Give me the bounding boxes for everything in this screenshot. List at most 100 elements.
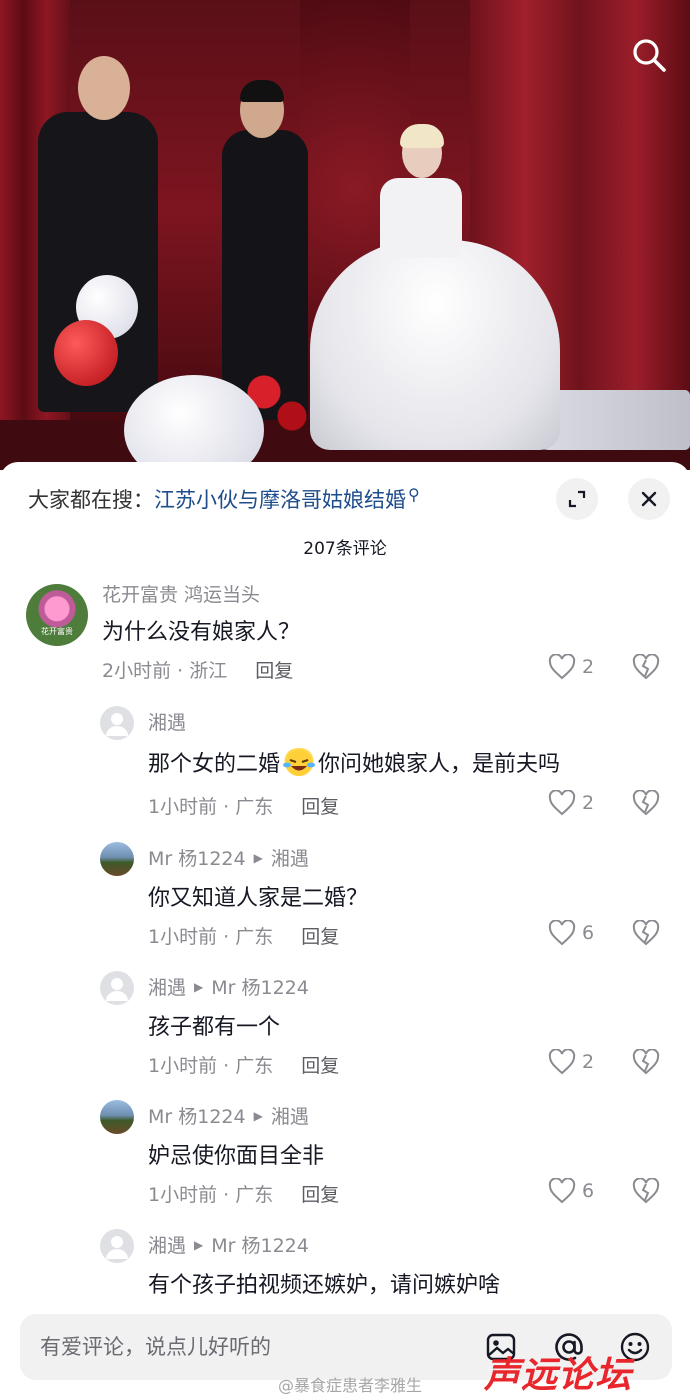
dislike-button[interactable] [632, 653, 660, 684]
dislike-button[interactable] [632, 1048, 660, 1079]
comment-text-part: 你问她娘家人，是前夫吗 [318, 752, 561, 777]
heart-icon [548, 920, 576, 946]
avatar[interactable] [100, 842, 134, 876]
comment-meta: 2小时前 · 浙江 回复 [102, 656, 293, 683]
default-avatar-icon [106, 713, 128, 736]
comment-input[interactable]: 有爱评论，说点儿好听的 [40, 1314, 271, 1380]
comment-author[interactable]: Mr 杨1224 ▶ 湘遇 [148, 1102, 309, 1129]
groom-hair [240, 80, 284, 102]
like-count: 6 [582, 1180, 595, 1202]
reply-to-name: Mr 杨1224 [211, 977, 309, 999]
dislike-button[interactable] [632, 919, 660, 950]
like-button[interactable]: 6 [548, 1178, 594, 1204]
comment-text: 有个孩子拍视频还嫉妒，请问嫉妒啥 [148, 1273, 501, 1298]
reply-item: Mr 杨1224 ▶ 湘遇 你又知道人家是二婚？ 1小时前 · 广东 回复 6 [0, 838, 690, 960]
comment-text-part: 那个女的二婚 [148, 752, 281, 777]
comment-meta: 1小时前 · 广东 回复 [148, 792, 339, 819]
author-name: Mr 杨1224 [148, 1106, 246, 1128]
expand-button[interactable] [556, 478, 598, 520]
comment-text: 你又知道人家是二婚？ [148, 886, 369, 911]
reply-item: 湘遇 ▶ Mr 杨1224 孩子都有一个 1小时前 · 广东 回复 2 [0, 967, 690, 1089]
like-button[interactable]: 2 [548, 654, 594, 680]
avatar[interactable] [100, 706, 134, 740]
dislike-button[interactable] [632, 789, 660, 820]
comment-text: 为什么没有娘家人？ [102, 620, 301, 645]
reply-item: 湘遇 那个女的二婚 你问她娘家人，是前夫吗 1小时前 · 广东 回复 2 [0, 702, 690, 830]
reply-arrow-icon: ▶ [194, 1237, 204, 1252]
reply-button[interactable]: 回复 [301, 922, 339, 949]
broken-heart-icon [632, 789, 660, 816]
bride-hair [400, 124, 444, 148]
close-button[interactable] [628, 478, 670, 520]
heart-icon [548, 654, 576, 680]
avatar[interactable]: 花开富贵 [26, 584, 88, 646]
author-name: 湘遇 [148, 712, 187, 734]
like-button[interactable]: 6 [548, 920, 594, 946]
host-head [78, 56, 130, 120]
hot-search-bar[interactable]: 大家都在搜： 江苏小伙与摩洛哥姑娘结婚 ⚲ [28, 482, 420, 516]
author-name: 花开富贵 鸿运当头 [102, 584, 261, 606]
comment-text: 孩子都有一个 [148, 1015, 281, 1040]
reply-to-name: 湘遇 [270, 1106, 309, 1128]
laughing-crying-emoji-icon [282, 748, 317, 778]
reply-button[interactable]: 回复 [301, 792, 339, 819]
reply-arrow-icon: ▶ [194, 979, 204, 994]
comment-count: 207条评论 [303, 539, 387, 559]
expand-icon [568, 490, 586, 508]
like-count: 6 [582, 922, 595, 944]
reply-to-name: Mr 杨1224 [211, 1235, 309, 1257]
reply-arrow-icon: ▶ [253, 1108, 263, 1123]
reply-to-name: 湘遇 [270, 848, 309, 870]
broken-heart-icon [632, 1048, 660, 1075]
search-small-icon: ⚲ [408, 484, 420, 504]
search-button[interactable] [626, 32, 672, 78]
author-name: 湘遇 [148, 1235, 187, 1257]
like-button[interactable]: 2 [548, 1049, 594, 1075]
close-icon [641, 491, 657, 507]
avatar[interactable] [100, 1229, 134, 1263]
comment-time: 2小时前 · 浙江 [102, 660, 228, 682]
comment-author[interactable]: 湘遇 ▶ Mr 杨1224 [148, 973, 309, 1000]
heart-icon [548, 1178, 576, 1204]
comment-time: 1小时前 · 广东 [148, 1055, 274, 1077]
comment-time: 1小时前 · 广东 [148, 926, 274, 948]
default-avatar-icon [106, 1236, 128, 1259]
reply-button[interactable]: 回复 [301, 1051, 339, 1078]
broken-heart-icon [632, 919, 660, 946]
hot-search-prefix: 大家都在搜： [28, 488, 154, 512]
bride-dress [310, 240, 560, 450]
reply-item: Mr 杨1224 ▶ 湘遇 妒忌使你面目全非 1小时前 · 广东 回复 6 [0, 1096, 690, 1218]
like-count: 2 [582, 656, 595, 678]
comment-author[interactable]: 湘遇 ▶ Mr 杨1224 [148, 1231, 309, 1258]
reply-item: 湘遇 ▶ Mr 杨1224 有个孩子拍视频还嫉妒，请问嫉妒啥 [0, 1225, 690, 1298]
like-button[interactable]: 2 [548, 790, 594, 816]
comment-text: 妒忌使你面目全非 [148, 1144, 325, 1169]
like-count: 2 [582, 792, 595, 814]
default-avatar-icon [106, 978, 128, 1001]
comment-time: 1小时前 · 广东 [148, 796, 274, 818]
search-icon [633, 39, 666, 72]
comment-time: 1小时前 · 广东 [148, 1184, 274, 1206]
comments-sheet: 大家都在搜： 江苏小伙与摩洛哥姑娘结婚 ⚲ 207条评论 花开富贵 花开富贵 鸿… [0, 462, 690, 1400]
heart-icon [548, 790, 576, 816]
weibo-watermark: @暴食症患者李雅生 [278, 1376, 423, 1395]
red-balloon [54, 320, 118, 386]
avatar[interactable] [100, 971, 134, 1005]
author-name: 湘遇 [148, 977, 187, 999]
hot-search-link[interactable]: 江苏小伙与摩洛哥姑娘结婚 [154, 484, 406, 514]
video-frame[interactable] [0, 0, 690, 470]
bride-bodice [380, 178, 462, 258]
comment-author[interactable]: 湘遇 [148, 708, 186, 735]
comment-author[interactable]: Mr 杨1224 ▶ 湘遇 [148, 844, 309, 871]
reply-arrow-icon: ▶ [253, 850, 263, 865]
comment-meta: 1小时前 · 广东 回复 [148, 1051, 339, 1078]
like-count: 2 [582, 1051, 595, 1073]
dislike-button[interactable] [632, 1177, 660, 1208]
avatar[interactable] [100, 1100, 134, 1134]
reply-button[interactable]: 回复 [255, 656, 293, 683]
reply-button[interactable]: 回复 [301, 1180, 339, 1207]
comment-author[interactable]: 花开富贵 鸿运当头 [102, 580, 260, 607]
comment-text: 那个女的二婚 你问她娘家人，是前夫吗 [148, 746, 560, 778]
broken-heart-icon [632, 653, 660, 680]
heart-icon [548, 1049, 576, 1075]
